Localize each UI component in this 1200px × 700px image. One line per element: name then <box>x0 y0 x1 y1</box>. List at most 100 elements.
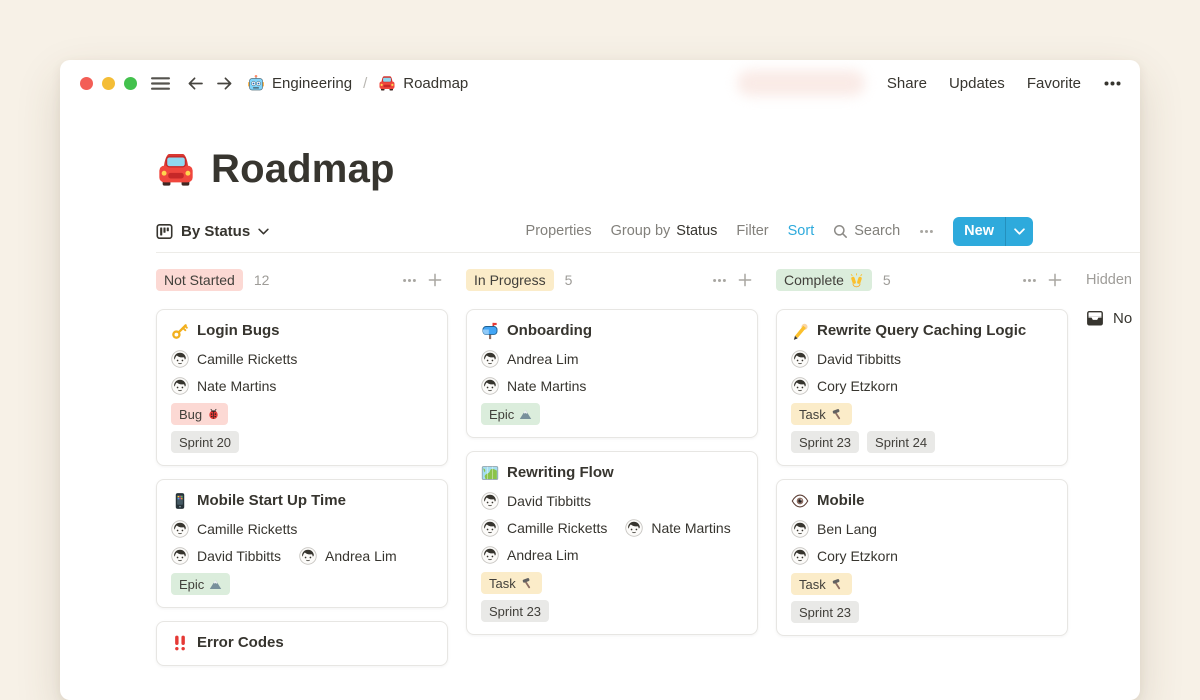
card-person: Nate Martins <box>625 519 730 537</box>
minimize-window-button[interactable] <box>102 77 115 90</box>
card-people-row: Andrea Lim <box>481 546 743 564</box>
column-more-button[interactable] <box>402 273 417 288</box>
card-title: Rewrite Query Caching Logic <box>791 321 1053 341</box>
card-person: Camille Ricketts <box>171 350 297 368</box>
group-by-prefix: Group by <box>611 223 671 239</box>
group-by-button[interactable]: Group by Status <box>611 223 718 239</box>
new-button-chevron[interactable] <box>1006 217 1033 246</box>
breadcrumb: Engineering / Roadmap <box>247 74 468 92</box>
column-status-badge[interactable]: In Progress <box>466 269 554 291</box>
tag-badge: Sprint 23 <box>481 600 549 622</box>
board-card[interactable]: Mobile Start Up Time Camille Ricketts Davi… <box>156 479 448 608</box>
person-name: Cory Etzkorn <box>817 547 898 565</box>
ellipsis-icon <box>1103 74 1122 93</box>
card-tag-row: Task <box>481 572 743 594</box>
view-toolbar: By Status Properties Group by Status Fil… <box>156 216 1033 246</box>
toolbar-more-button[interactable] <box>919 224 934 239</box>
board-card[interactable]: Rewrite Query Caching Logic David Tibbitt… <box>776 309 1068 466</box>
column-add-card-button[interactable] <box>1048 273 1062 287</box>
hidden-group-item[interactable]: No <box>1086 309 1140 327</box>
writing-hand-icon <box>791 322 809 340</box>
card-title-text: Login Bugs <box>197 321 280 341</box>
column-more-button[interactable] <box>1022 273 1037 288</box>
share-button[interactable]: Share <box>887 75 927 92</box>
column-status-label: Not Started <box>164 272 235 288</box>
plus-icon <box>738 273 752 287</box>
card-person: Ben Lang <box>791 520 877 538</box>
card-people-row: Camille Ricketts <box>171 520 433 538</box>
plus-icon <box>428 273 442 287</box>
filter-button[interactable]: Filter <box>736 223 768 239</box>
tag-badge: Sprint 20 <box>171 431 239 453</box>
avatar <box>625 519 643 537</box>
column-status-badge[interactable]: Complete <box>776 269 872 291</box>
tag-label: Sprint 20 <box>179 435 231 450</box>
forward-button[interactable] <box>215 74 234 93</box>
card-tag-row: Task <box>791 403 1053 425</box>
avatar <box>481 519 499 537</box>
card-person: Cory Etzkorn <box>791 377 898 395</box>
search-button[interactable]: Search <box>833 223 900 239</box>
board-card[interactable]: Rewriting FlowDavid TibbittsCamille Rick… <box>466 451 758 635</box>
card-people-row: Camille Ricketts <box>171 350 433 368</box>
column-add-card-button[interactable] <box>738 273 752 287</box>
board-card[interactable]: Error Codes <box>156 621 448 666</box>
card-title-text: Rewrite Query Caching Logic <box>817 321 1026 341</box>
search-label: Search <box>854 223 900 239</box>
breadcrumb-page[interactable]: Roadmap <box>403 75 468 92</box>
updates-button[interactable]: Updates <box>949 75 1005 92</box>
card-tag-row: Epic <box>481 403 743 425</box>
sidebar-menu-button[interactable] <box>150 73 171 94</box>
tag-label: Sprint 24 <box>875 435 927 450</box>
column-cards: Login BugsCamille RickettsNate MartinsBu… <box>156 309 448 666</box>
avatar <box>481 350 499 368</box>
person-name: Andrea Lim <box>325 547 397 565</box>
person-name: Nate Martins <box>507 377 586 395</box>
avatar <box>791 377 809 395</box>
more-options-button[interactable] <box>1103 74 1122 93</box>
hammer-icon <box>831 408 844 421</box>
chevron-down-icon <box>258 226 269 237</box>
column-add-card-button[interactable] <box>428 273 442 287</box>
card-title-text: Rewriting Flow <box>507 463 614 483</box>
properties-button[interactable]: Properties <box>526 223 592 239</box>
board-card[interactable]: OnboardingAndrea LimNate MartinsEpic <box>466 309 758 438</box>
column-count: 5 <box>883 272 891 288</box>
dots-icon <box>1022 273 1037 288</box>
card-people-row: Cory Etzkorn <box>791 547 1053 565</box>
tag-label: Task <box>489 576 516 591</box>
avatar <box>481 492 499 510</box>
column-header: Complete 5 <box>776 267 1068 293</box>
page-title[interactable]: Roadmap <box>211 144 395 194</box>
tag-badge: Task <box>481 572 542 594</box>
zoom-window-button[interactable] <box>124 77 137 90</box>
board-card[interactable]: Login BugsCamille RickettsNate MartinsBu… <box>156 309 448 466</box>
inbox-icon <box>1086 309 1104 327</box>
person-name: David Tibbitts <box>197 547 281 565</box>
card-title-text: Error Codes <box>197 633 284 653</box>
column-header-actions <box>1022 273 1062 288</box>
card-people-row: Ben Lang <box>791 520 1053 538</box>
close-window-button[interactable] <box>80 77 93 90</box>
tag-badge: Epic <box>171 573 230 595</box>
card-tag-row: Bug <box>171 403 433 425</box>
view-switcher[interactable]: By Status <box>156 223 269 240</box>
card-title: Mobile Start Up Time <box>171 491 433 511</box>
hidden-groups-toggle[interactable]: Hidden <box>1086 267 1140 293</box>
card-title: Rewriting Flow <box>481 463 743 483</box>
breadcrumb-workspace[interactable]: Engineering <box>272 75 352 92</box>
column-more-button[interactable] <box>712 273 727 288</box>
tag-label: Sprint 23 <box>799 605 851 620</box>
avatar <box>481 377 499 395</box>
tag-label: Sprint 23 <box>799 435 851 450</box>
board-card[interactable]: MobileBen LangCory EtzkornTaskSprint 23 <box>776 479 1068 636</box>
person-name: David Tibbitts <box>817 350 901 368</box>
favorite-button[interactable]: Favorite <box>1027 75 1081 92</box>
phone-icon <box>171 492 189 510</box>
sort-button[interactable]: Sort <box>788 223 815 239</box>
card-title: Login Bugs <box>171 321 433 341</box>
back-button[interactable] <box>186 74 205 93</box>
card-people-row: David Tibbitts <box>481 492 743 510</box>
new-button[interactable]: New <box>953 217 1033 246</box>
column-status-badge[interactable]: Not Started <box>156 269 243 291</box>
